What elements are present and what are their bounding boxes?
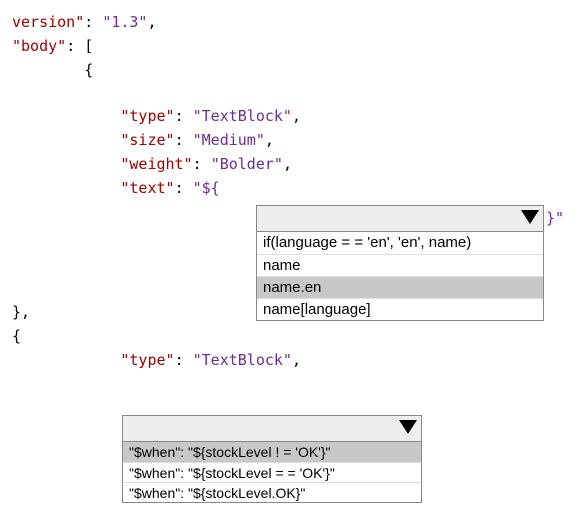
autocomplete-option[interactable]: "$when": "${stockLevel = = 'OK'}" (123, 462, 421, 482)
autocomplete-option[interactable]: "$when": "${stockLevel.OK}" (123, 482, 421, 502)
json-string: "${ (193, 179, 220, 197)
json-punct: , (147, 13, 156, 31)
json-key: "type" (120, 107, 174, 125)
autocomplete-option[interactable]: name (257, 254, 543, 276)
chevron-down-icon[interactable] (399, 420, 417, 434)
json-punct: : [ (66, 37, 93, 55)
json-punct: }, (12, 303, 30, 321)
json-punct: : (84, 13, 102, 31)
json-key: "text" (120, 179, 174, 197)
code-line: "weight": "Bolder", (12, 152, 575, 176)
json-key: version" (12, 13, 84, 31)
code-line: { (12, 324, 575, 348)
code-line: "body": [ (12, 34, 575, 58)
autocomplete-option-selected[interactable]: name.en (257, 276, 543, 298)
code-line: "type": "TextBlock", (12, 104, 575, 128)
code-line: "type": "TextBlock", (12, 348, 575, 372)
json-punct: { (12, 61, 93, 79)
autocomplete-list: "$when": "${stockLevel ! = 'OK'}" "$when… (123, 442, 421, 502)
json-string: "Medium" (193, 131, 265, 149)
json-string: "TextBlock" (193, 351, 292, 369)
autocomplete-dropdown-when[interactable]: "$when": "${stockLevel ! = 'OK'}" "$when… (122, 415, 422, 503)
autocomplete-option-selected[interactable]: "$when": "${stockLevel ! = 'OK'}" (123, 442, 421, 462)
json-punct: { (12, 327, 21, 345)
json-key: "weight" (120, 155, 192, 173)
json-key: "type" (120, 351, 174, 369)
code-line: version": "1.3", (12, 10, 575, 34)
code-line: "text": "${ (12, 176, 575, 200)
autocomplete-list: if(language = = 'en', 'en', name) name n… (257, 232, 543, 320)
code-line: "size": "Medium", (12, 128, 575, 152)
code-line: { (12, 58, 575, 82)
chevron-down-icon[interactable] (521, 210, 539, 224)
json-string: "TextBlock" (193, 107, 292, 125)
json-key: "body" (12, 37, 66, 55)
json-key: "size" (120, 131, 174, 149)
code-line (12, 82, 575, 104)
json-string: "1.3" (102, 13, 147, 31)
autocomplete-option[interactable]: if(language = = 'en', 'en', name) (257, 232, 543, 254)
autocomplete-input[interactable] (257, 206, 543, 232)
autocomplete-option[interactable]: name[language] (257, 298, 543, 320)
autocomplete-input[interactable] (123, 416, 421, 442)
autocomplete-dropdown-text[interactable]: if(language = = 'en', 'en', name) name n… (256, 205, 544, 321)
json-string-suffix: }" (546, 206, 564, 230)
json-string: "Bolder" (211, 155, 283, 173)
